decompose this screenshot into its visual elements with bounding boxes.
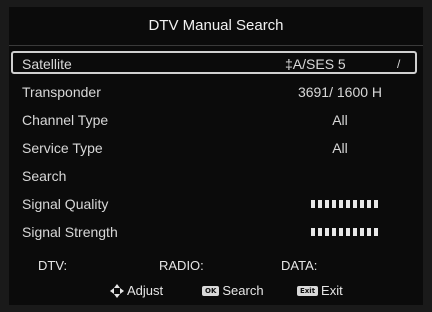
signal-quality-segment <box>332 200 336 208</box>
row-signal-quality: Signal Quality <box>9 190 423 218</box>
search-label[interactable]: Search <box>22 162 66 190</box>
channel-type-value[interactable]: All <box>271 106 409 134</box>
row-signal-strength: Signal Strength <box>9 218 423 246</box>
signal-quality-segment <box>311 200 315 208</box>
signal-strength-segment <box>346 228 350 236</box>
row-channel-type[interactable]: Channel Type All <box>9 106 423 134</box>
dpad-icon <box>110 284 124 298</box>
signal-strength-segment <box>325 228 329 236</box>
footer-hints: Adjust OK Search Exit Exit <box>9 277 423 305</box>
signal-quality-segment <box>374 200 378 208</box>
exit-hint-label: Exit <box>321 283 343 298</box>
dtv-count-label: DTV: <box>38 258 68 273</box>
signal-strength-segment <box>367 228 371 236</box>
dtv-manual-search-dialog: DTV Manual Search Satellite ‡A/SES 5 / T… <box>9 7 423 305</box>
signal-quality-meter <box>311 200 378 208</box>
search-hint: OK Search <box>202 277 264 305</box>
signal-strength-segment <box>332 228 336 236</box>
channel-counts: DTV: RADIO: DATA: <box>9 255 423 277</box>
row-service-type[interactable]: Service Type All <box>9 134 423 162</box>
signal-quality-segment <box>360 200 364 208</box>
signal-strength-segment <box>374 228 378 236</box>
satellite-label: Satellite <box>22 56 72 72</box>
dialog-title: DTV Manual Search <box>148 17 284 34</box>
transponder-label: Transponder <box>22 84 101 100</box>
signal-quality-segment <box>318 200 322 208</box>
signal-quality-segment <box>367 200 371 208</box>
title-divider <box>9 45 423 46</box>
signal-quality-label: Signal Quality <box>22 196 109 212</box>
signal-quality-segment <box>325 200 329 208</box>
service-type-value[interactable]: All <box>271 134 409 162</box>
satellite-right-arrow[interactable]: / <box>397 50 400 78</box>
radio-count-label: RADIO: <box>159 258 204 273</box>
exit-key-icon: Exit <box>297 286 319 296</box>
transponder-value[interactable]: 3691/ 1600 H <box>271 78 409 106</box>
signal-quality-segment <box>339 200 343 208</box>
row-satellite[interactable]: Satellite ‡A/SES 5 / <box>9 50 423 78</box>
data-count-label: DATA: <box>281 258 318 273</box>
signal-quality-segment <box>346 200 350 208</box>
satellite-value[interactable]: ‡A/SES 5 <box>285 50 423 78</box>
adjust-hint: Adjust <box>110 277 163 305</box>
row-transponder[interactable]: Transponder 3691/ 1600 H <box>9 78 423 106</box>
signal-quality-segment <box>353 200 357 208</box>
signal-strength-segment <box>311 228 315 236</box>
search-hint-label: Search <box>222 283 264 298</box>
ok-key-icon: OK <box>202 286 220 296</box>
signal-strength-segment <box>318 228 322 236</box>
signal-strength-segment <box>353 228 357 236</box>
signal-strength-segment <box>360 228 364 236</box>
adjust-label: Adjust <box>127 283 164 298</box>
service-type-label: Service Type <box>22 140 103 156</box>
signal-strength-label: Signal Strength <box>22 224 118 240</box>
row-search[interactable]: Search <box>9 162 423 190</box>
channel-type-label: Channel Type <box>22 112 109 128</box>
signal-strength-segment <box>339 228 343 236</box>
signal-strength-meter <box>311 228 378 236</box>
exit-hint: Exit Exit <box>297 277 343 305</box>
